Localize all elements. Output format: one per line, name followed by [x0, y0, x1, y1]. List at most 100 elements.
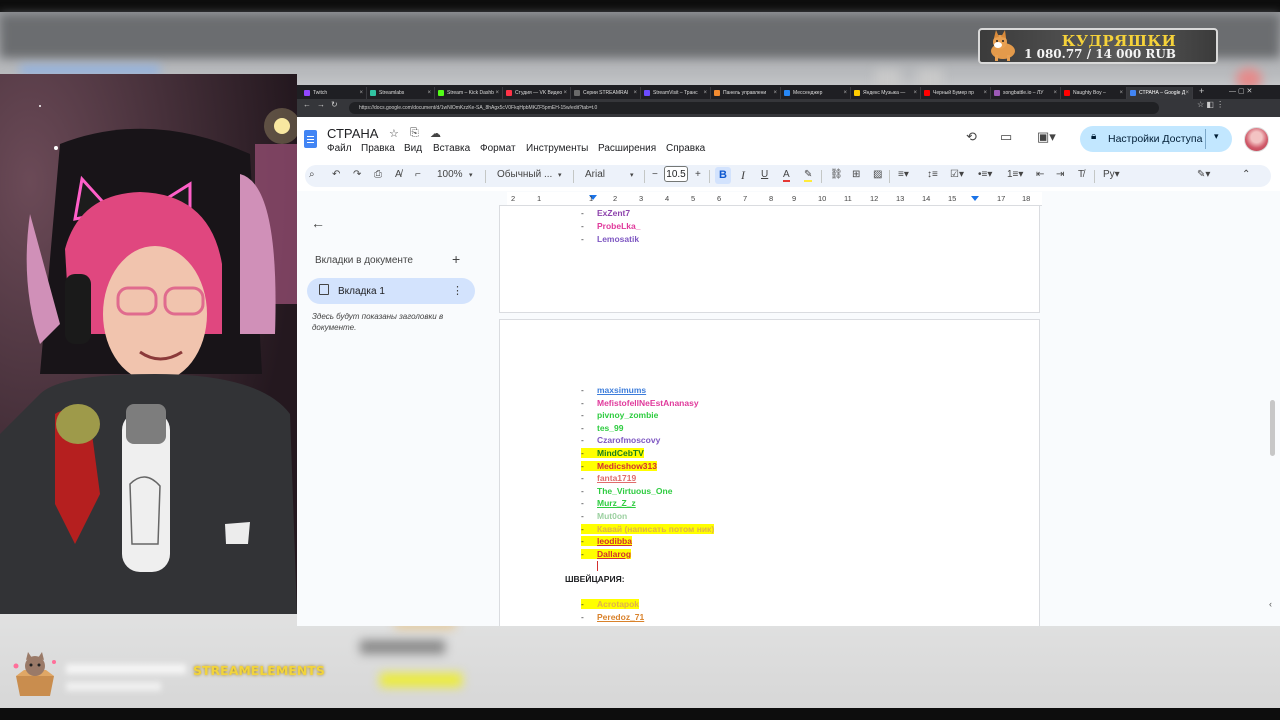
- document-tab-1[interactable]: [307, 278, 475, 304]
- browser-tab[interactable]: Twitch ×: [301, 87, 367, 99]
- browser-tab[interactable]: Серии STREAMRAI ×: [571, 87, 641, 99]
- back-arrow-icon[interactable]: ←: [311, 215, 325, 231]
- chevron-down-icon[interactable]: ▾: [630, 171, 634, 179]
- list-item[interactable]: MefistofellNeEstAnanasy: [597, 398, 699, 408]
- undo-icon[interactable]: ↶: [332, 169, 340, 180]
- add-tab-icon[interactable]: +: [452, 251, 460, 267]
- list-item[interactable]: maxsimums: [597, 385, 646, 395]
- menu-format[interactable]: Формат: [480, 143, 516, 154]
- list-item[interactable]: Lemosatik: [597, 234, 639, 244]
- close-icon[interactable]: ×: [913, 87, 917, 99]
- editing-mode-icon[interactable]: ✎▾: [1197, 169, 1210, 180]
- font-family-select[interactable]: Arial: [585, 169, 605, 180]
- close-icon[interactable]: ×: [773, 87, 777, 99]
- chevron-down-icon[interactable]: ▾: [558, 171, 562, 179]
- menu-help[interactable]: Справка: [666, 143, 705, 154]
- list-item[interactable]: MindCebTV: [597, 448, 644, 458]
- reload-icon[interactable]: ↻: [331, 100, 338, 109]
- menu-extensions[interactable]: Расширения: [598, 143, 656, 154]
- print-icon[interactable]: ⎙: [374, 169, 382, 180]
- star-icon[interactable]: ☆: [389, 127, 399, 140]
- scrollbar[interactable]: [1270, 400, 1275, 456]
- zoom-select[interactable]: 100%: [437, 169, 463, 180]
- menu-insert[interactable]: Вставка: [433, 143, 470, 154]
- menu-edit[interactable]: Правка: [361, 143, 395, 154]
- image-icon[interactable]: ▨: [873, 169, 882, 180]
- close-icon[interactable]: ×: [495, 87, 499, 99]
- forward-icon[interactable]: →: [317, 100, 325, 109]
- checklist-icon[interactable]: ☑▾: [950, 169, 964, 180]
- bulleted-list-icon[interactable]: •≡▾: [978, 169, 992, 180]
- highlight-color-icon[interactable]: ✎: [804, 169, 813, 182]
- redo-icon[interactable]: ↷: [353, 169, 361, 180]
- font-size-input[interactable]: 10.5: [664, 166, 688, 182]
- browser-tab-active[interactable]: СТРАНА – Google Д ×: [1127, 87, 1193, 99]
- decrease-font-size-icon[interactable]: −: [652, 169, 658, 180]
- clear-formatting-icon[interactable]: T̸: [1078, 169, 1084, 180]
- browser-tab[interactable]: Яндекс Музыка — ×: [851, 87, 921, 99]
- link-icon[interactable]: ⛓: [830, 169, 843, 180]
- browser-tab[interactable]: Streamlabs ×: [367, 87, 435, 99]
- increase-indent-icon[interactable]: ⇥: [1056, 169, 1064, 180]
- browser-tab[interactable]: songbattle.io – ЛУ ×: [991, 87, 1061, 99]
- menu-tools[interactable]: Инструменты: [526, 143, 588, 154]
- meet-icon[interactable]: ▣▾: [1037, 129, 1056, 145]
- new-tab-button[interactable]: +: [1199, 86, 1204, 96]
- close-icon[interactable]: ×: [983, 87, 987, 99]
- list-item[interactable]: leodibba: [597, 536, 632, 547]
- paragraph-style-select[interactable]: Обычный ...: [497, 169, 552, 180]
- list-item[interactable]: Murz_Z_z: [597, 498, 636, 508]
- browser-tab[interactable]: Студия — VK Видео ×: [503, 87, 571, 99]
- list-item[interactable]: pivnoy_zombie: [597, 410, 658, 420]
- list-item[interactable]: Czarofmoscovy: [597, 435, 660, 445]
- spellcheck-icon[interactable]: A̸: [395, 169, 402, 180]
- chevron-down-icon[interactable]: ▾: [469, 171, 473, 179]
- list-item[interactable]: Mut0on: [597, 511, 627, 521]
- google-docs-logo-icon[interactable]: [304, 130, 317, 148]
- chevron-up-icon[interactable]: ⌃: [1242, 169, 1250, 180]
- line-spacing-icon[interactable]: ↕≡: [927, 169, 938, 180]
- list-item[interactable]: Кавай (написать потом ник): [597, 523, 715, 534]
- close-icon[interactable]: ×: [1119, 87, 1123, 99]
- list-item[interactable]: fanta1719: [597, 473, 636, 483]
- increase-font-size-icon[interactable]: +: [695, 169, 701, 180]
- cloud-status-icon[interactable]: ☁: [430, 127, 441, 140]
- browser-tab[interactable]: Черный Бумер пр ×: [921, 87, 991, 99]
- account-avatar[interactable]: [1244, 127, 1269, 152]
- close-icon[interactable]: ×: [703, 87, 707, 99]
- chevron-down-icon[interactable]: ▾: [1214, 131, 1219, 142]
- text-color-icon[interactable]: A: [783, 169, 790, 182]
- list-item[interactable]: tes_99: [597, 423, 623, 433]
- close-icon[interactable]: ×: [633, 87, 637, 99]
- input-tools-icon[interactable]: Pу▾: [1103, 169, 1120, 180]
- search-icon[interactable]: ⌕: [309, 169, 315, 180]
- url-input[interactable]: https://docs.google.com/document/d/1wNlO…: [349, 102, 1159, 114]
- paint-format-icon[interactable]: ⌐: [415, 169, 421, 180]
- list-item[interactable]: Acrotapok: [597, 599, 640, 610]
- list-item[interactable]: Medicshow313: [597, 460, 657, 471]
- align-icon[interactable]: ≡▾: [898, 169, 909, 180]
- close-icon[interactable]: ×: [359, 87, 363, 99]
- list-item[interactable]: Peredoz_71: [597, 612, 644, 622]
- italic-icon[interactable]: I: [741, 168, 745, 183]
- right-indent-marker[interactable]: [971, 196, 979, 201]
- browser-tab[interactable]: Naughty Boy – ×: [1061, 87, 1127, 99]
- underline-icon[interactable]: U: [761, 169, 768, 180]
- comments-icon[interactable]: ▭: [1000, 129, 1012, 145]
- move-folder-icon[interactable]: ⎘: [410, 127, 419, 140]
- numbered-list-icon[interactable]: 1≡▾: [1007, 169, 1023, 180]
- window-controls[interactable]: — ▢ ✕: [1229, 87, 1252, 95]
- section-heading[interactable]: ШВЕЙЦАРИЯ:: [565, 574, 625, 584]
- more-options-icon[interactable]: ⋮: [452, 284, 463, 297]
- document-title[interactable]: СТРАНА: [327, 126, 378, 141]
- browser-tab[interactable]: Панель управлени ×: [711, 87, 781, 99]
- menu-file[interactable]: Файл: [327, 143, 352, 154]
- browser-tab[interactable]: Stream – Kick Dashb ×: [435, 87, 503, 99]
- list-item[interactable]: ProbeLka_: [597, 221, 640, 231]
- menu-view[interactable]: Вид: [404, 143, 422, 154]
- back-icon[interactable]: ←: [303, 100, 311, 109]
- close-icon[interactable]: ×: [563, 87, 567, 99]
- browser-tab[interactable]: Мессенджер ×: [781, 87, 851, 99]
- bold-icon[interactable]: B: [715, 167, 731, 184]
- extension-icons[interactable]: ☆ ◧ ⋮: [1197, 100, 1224, 109]
